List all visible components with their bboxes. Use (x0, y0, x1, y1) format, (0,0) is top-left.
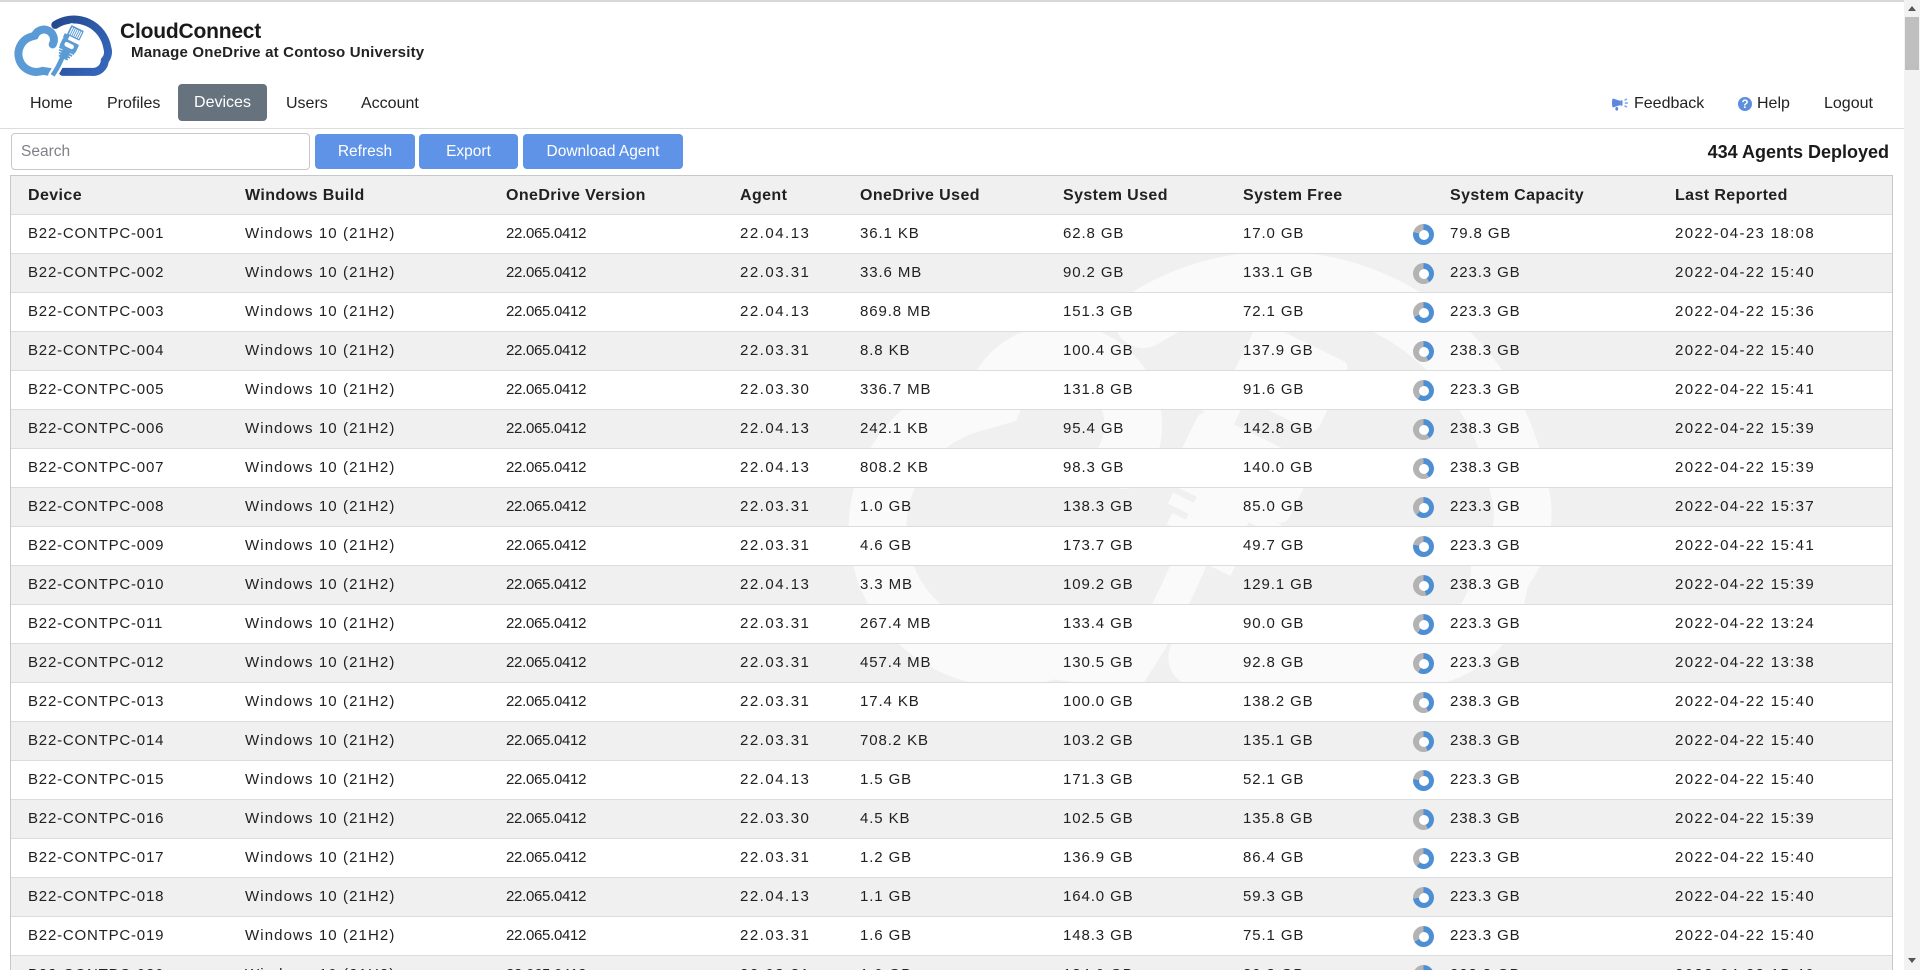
svg-text:?: ? (1741, 99, 1748, 111)
